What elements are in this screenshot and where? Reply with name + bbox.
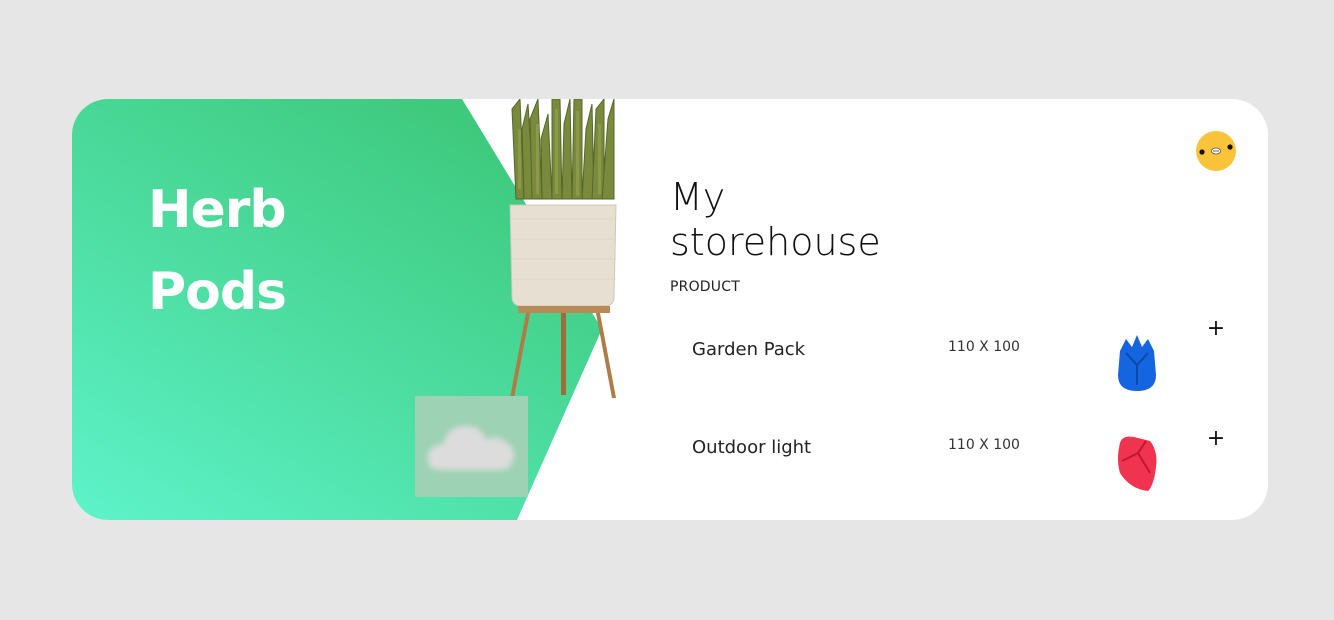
product-name: Outdoor light: [692, 437, 812, 458]
plant-image: [509, 99, 617, 398]
add-garden-pack-button[interactable]: +: [1204, 317, 1228, 341]
hero-title: Herb Pods: [148, 169, 287, 333]
product-card: Herb Pods My storehouse PRODUCT Garden P…: [72, 99, 1268, 520]
emoji-face-icon: [1199, 144, 1233, 155]
user-avatar[interactable]: [1196, 131, 1236, 171]
product-name: Garden Pack: [692, 339, 806, 360]
store-title-line1: My: [670, 175, 726, 219]
product-section-label: PRODUCT: [670, 279, 740, 295]
store-title: My storehouse: [670, 175, 881, 265]
store-title-line2: storehouse: [670, 220, 881, 264]
add-outdoor-light-button[interactable]: +: [1204, 427, 1228, 451]
product-size: 110 X 100: [948, 339, 1020, 355]
product-size: 110 X 100: [948, 437, 1020, 453]
product-row-outdoor-light: Outdoor light 110 X 100 +: [692, 423, 1232, 513]
product-row-garden-pack: Garden Pack 110 X 100 +: [692, 318, 1232, 413]
cloud-image: [415, 396, 528, 497]
blue-pod-icon: [1118, 335, 1156, 391]
hero-title-line2: Pods: [148, 262, 287, 322]
cloud-icon: [427, 425, 514, 470]
red-pod-icon: [1118, 436, 1157, 491]
hero-title-line1: Herb: [148, 180, 287, 240]
